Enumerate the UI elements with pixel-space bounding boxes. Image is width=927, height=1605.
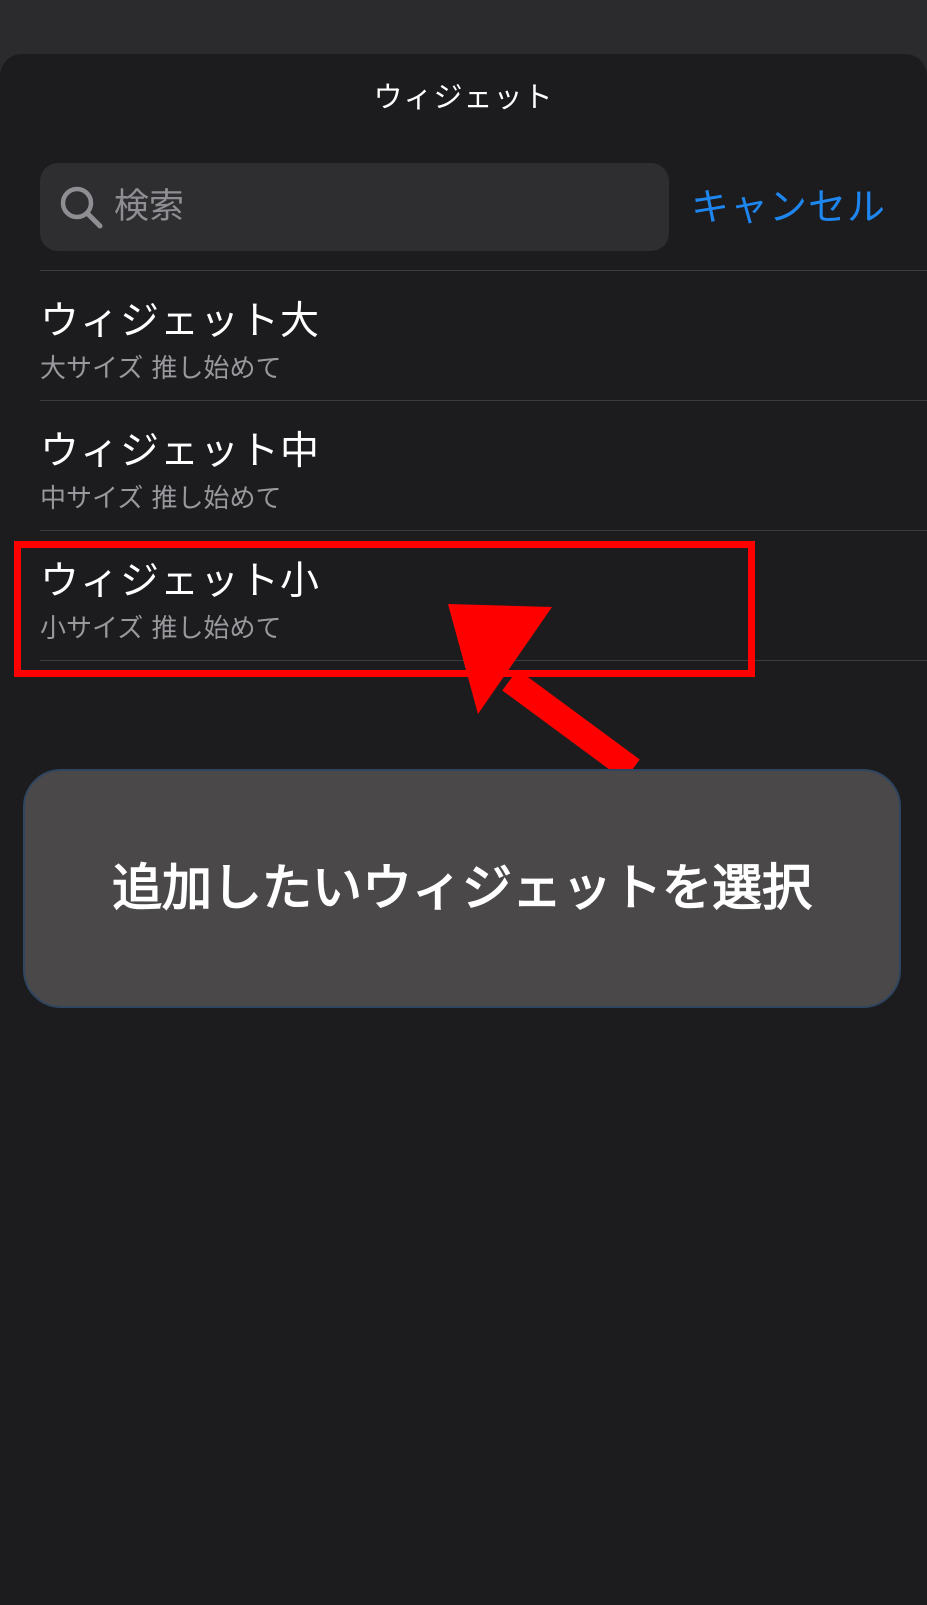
search-input[interactable] xyxy=(114,163,644,251)
widget-item-title: ウィジェット大 xyxy=(40,299,321,344)
widget-item-subtitle: 大サイズ 推し始めて xyxy=(40,354,282,384)
widget-item-medium[interactable]: ウィジェット中 中サイズ 推し始めて xyxy=(0,400,927,530)
divider xyxy=(40,660,927,661)
widget-item-title: ウィジェット小 xyxy=(40,559,321,604)
widget-item-subtitle: 小サイズ 推し始めて xyxy=(40,614,282,644)
search-field[interactable] xyxy=(40,163,669,251)
screen: ウィジェット キャンセル ウィジェット大 大サイズ 推し始めて ウィジェット中 … xyxy=(0,0,927,1605)
callout-text: 追加したいウィジェットを選択 xyxy=(112,859,812,917)
instruction-callout: 追加したいウィジェットを選択 xyxy=(23,769,901,1008)
widget-item-title: ウィジェット中 xyxy=(40,429,321,474)
widget-picker-sheet: ウィジェット キャンセル ウィジェット大 大サイズ 推し始めて ウィジェット中 … xyxy=(0,54,927,1605)
widget-item-large[interactable]: ウィジェット大 大サイズ 推し始めて xyxy=(0,270,927,400)
cancel-button[interactable]: キャンセル xyxy=(691,172,886,242)
widget-item-subtitle: 中サイズ 推し始めて xyxy=(40,484,282,514)
sheet-title: ウィジェット xyxy=(373,80,554,114)
widget-item-small[interactable]: ウィジェット小 小サイズ 推し始めて xyxy=(0,530,927,660)
search-icon xyxy=(60,186,103,229)
